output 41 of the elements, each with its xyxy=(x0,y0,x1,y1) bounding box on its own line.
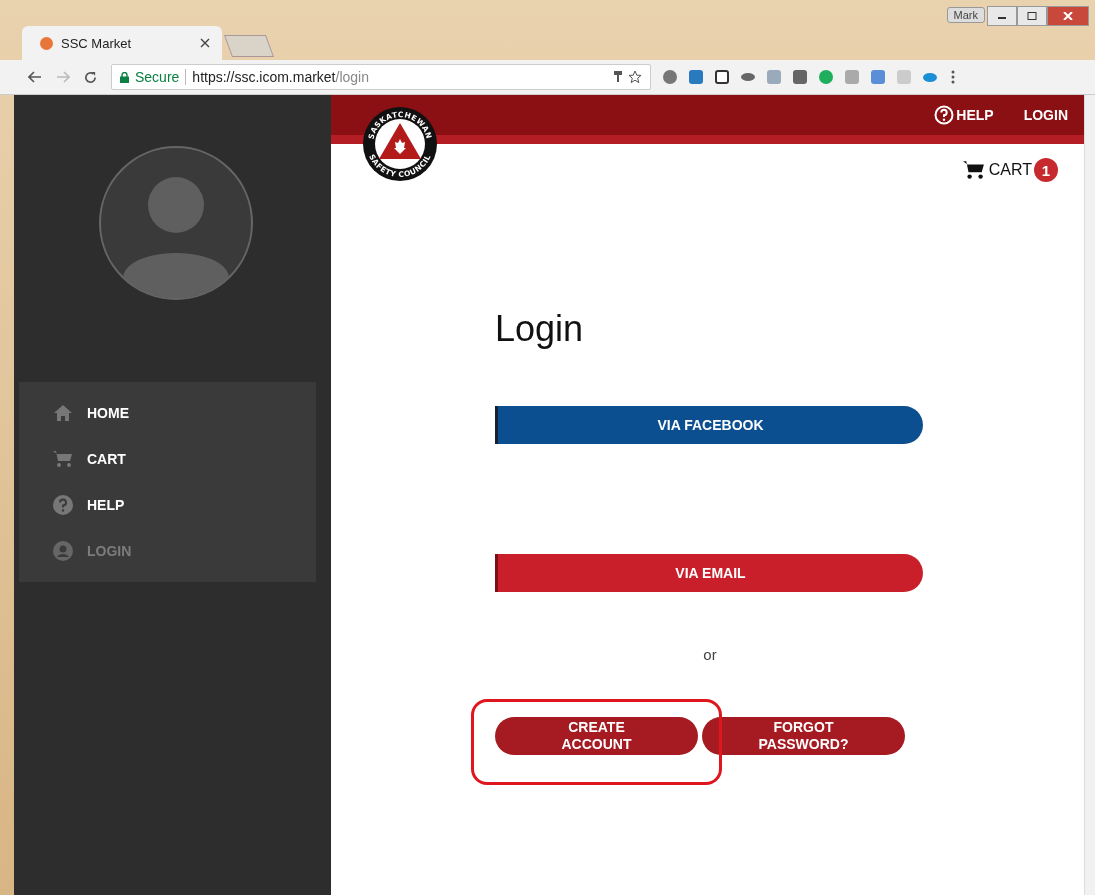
home-icon xyxy=(53,404,73,422)
scrollbar[interactable] xyxy=(1084,95,1095,895)
login-link[interactable]: LOGIN xyxy=(1023,107,1068,123)
reload-icon[interactable] xyxy=(84,70,97,84)
help-icon xyxy=(53,495,73,515)
cart-link[interactable]: CART xyxy=(962,160,1032,180)
back-icon[interactable] xyxy=(28,71,42,83)
menu-icon[interactable] xyxy=(951,70,955,84)
create-account-button[interactable]: CREATE ACCOUNT xyxy=(495,717,698,755)
profile-button[interactable]: Mark xyxy=(946,7,985,23)
star-icon[interactable] xyxy=(628,70,642,84)
avatar-icon xyxy=(98,145,254,301)
maximize-button[interactable] xyxy=(1017,6,1047,26)
facebook-login-button[interactable]: VIA FACEBOOK xyxy=(495,406,923,444)
email-login-button[interactable]: VIA EMAIL xyxy=(495,554,923,592)
help-link[interactable]: HELP xyxy=(934,105,994,125)
key-icon[interactable] xyxy=(614,71,622,83)
close-icon[interactable] xyxy=(200,38,210,48)
lock-icon xyxy=(120,71,129,83)
sidebar-item[interactable]: CART xyxy=(19,436,316,482)
page-title: Login xyxy=(495,308,585,350)
cart-icon xyxy=(962,160,985,180)
cart-icon xyxy=(53,450,73,468)
forgot-password-button[interactable]: FORGOT PASSWORD? xyxy=(702,717,905,755)
browser-tab[interactable]: SSC Market xyxy=(22,26,222,60)
minimize-button[interactable] xyxy=(987,6,1017,26)
sidebar-item[interactable]: HOME xyxy=(19,390,316,436)
maximize-icon xyxy=(1027,12,1037,20)
sidebar-item[interactable]: HELP xyxy=(19,482,316,528)
secure-label: Secure xyxy=(135,69,180,85)
extension-icon[interactable] xyxy=(715,70,729,84)
or-text: or xyxy=(702,646,718,663)
address-bar[interactable]: Secure https://ssc.icom.market/login xyxy=(111,64,651,90)
cart-count-badge: 1 xyxy=(1034,158,1058,182)
url-text: https://ssc.icom.market/login xyxy=(192,69,369,85)
close-icon xyxy=(1063,12,1073,20)
help-icon xyxy=(934,105,955,125)
close-button[interactable] xyxy=(1047,6,1089,26)
account-icon xyxy=(53,541,73,561)
tab-title: SSC Market xyxy=(61,35,133,51)
site-logo-icon xyxy=(40,36,53,50)
